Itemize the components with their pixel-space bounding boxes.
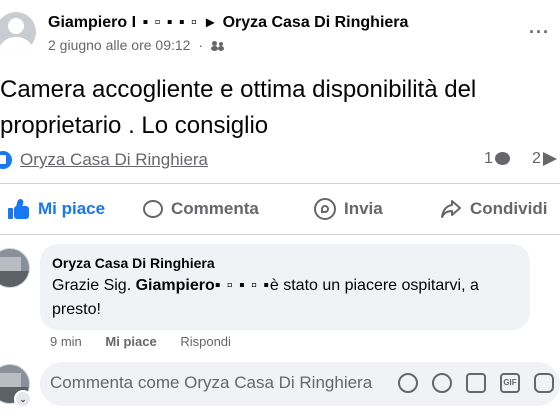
page-avatar[interactable] [0, 248, 30, 288]
share-count-icon [542, 151, 557, 166]
comment-like-link[interactable]: Mi piace [105, 334, 156, 349]
gif-icon[interactable]: GIF [500, 373, 520, 393]
divider-top [0, 183, 560, 184]
shares-count-value: 2 [532, 150, 541, 167]
reactions-stats: Oryza Casa Di Ringhiera 1 2 [0, 145, 560, 175]
send-button[interactable]: Invia [314, 188, 383, 230]
page-name-link[interactable]: Oryza Casa Di Ringhiera [223, 14, 409, 31]
friends-icon[interactable] [210, 41, 225, 52]
comment-input[interactable]: Commenta come Oryza Casa Di Ringhiera GI… [40, 362, 560, 406]
chevron-down-icon[interactable]: ⌄ [14, 390, 32, 408]
author-surname-redacted: I ▪ ▫ ▪ ▪ ▫ [131, 14, 198, 31]
share-button[interactable]: Condividi [440, 188, 547, 230]
comment-author[interactable]: Oryza Casa Di Ringhiera [52, 255, 215, 271]
like-button-label: Mi piace [38, 199, 106, 218]
send-button-label: Invia [344, 199, 383, 218]
action-bar: Mi piace Commenta Invia Condividi [0, 188, 560, 230]
share-button-label: Condividi [470, 199, 548, 218]
comment-bubble: Oryza Casa Di Ringhiera Grazie Sig. Giam… [40, 244, 530, 330]
comment-text: Grazie Sig. Giampiero ▪ ▫ ▪ ▫ ▪ è stato … [52, 274, 522, 322]
meta-separator: · [198, 37, 204, 53]
post-meta: 2 giugno alle ore 09:12 · [48, 37, 225, 53]
sticker-icon[interactable] [534, 373, 554, 393]
comment-button-label: Commenta [171, 199, 259, 218]
thumbs-up-icon [8, 198, 30, 219]
comment-mentioned-name: Giampiero [135, 277, 215, 294]
shares-count[interactable]: 2 [532, 150, 557, 168]
divider-bottom [0, 234, 560, 235]
avatar-sticker-icon[interactable] [398, 373, 418, 393]
comment-text-start: Grazie Sig. [52, 277, 136, 294]
comments-count[interactable]: 1 [484, 150, 510, 168]
share-icon [440, 199, 462, 219]
whatsapp-icon [314, 198, 336, 220]
author-line: Giampiero I ▪ ▫ ▪ ▪ ▫ ▸ Oryza Casa Di Ri… [48, 12, 408, 32]
comment-time[interactable]: 9 min [50, 334, 82, 349]
comment-reply-link[interactable]: Rispondi [180, 334, 231, 349]
more-options-icon[interactable]: ··· [529, 22, 550, 43]
post-header: Giampiero I ▪ ▫ ▪ ▪ ▫ ▸ Oryza Casa Di Ri… [0, 0, 560, 62]
comment-icon [143, 200, 163, 218]
composer-tools: GIF [398, 373, 554, 393]
camera-icon[interactable] [466, 373, 486, 393]
reactions-link[interactable]: Oryza Casa Di Ringhiera [20, 150, 208, 170]
emoji-icon[interactable] [432, 373, 452, 393]
post-timestamp[interactable]: 2 giugno alle ore 09:12 [48, 37, 190, 53]
like-reaction-icon [0, 151, 12, 169]
author-name[interactable]: Giampiero [48, 14, 127, 31]
post-text: Camera accogliente e ottima disponibilit… [0, 76, 477, 139]
comment-item: Oryza Casa Di Ringhiera Grazie Sig. Giam… [0, 244, 560, 359]
comment-composer: ⌄ Commenta come Oryza Casa Di Ringhiera … [0, 360, 560, 410]
comments-count-value: 1 [484, 150, 493, 167]
comment-button[interactable]: Commenta [143, 188, 259, 230]
comment-count-icon [494, 152, 510, 166]
comment-meta: 9 min Mi piace Rispondi [50, 334, 251, 349]
comment-input-placeholder: Commenta come Oryza Casa Di Ringhiera [50, 373, 373, 392]
comment-name-redacted: ▪ ▫ ▪ ▫ ▪ [214, 277, 270, 294]
like-button[interactable]: Mi piace [8, 188, 105, 230]
author-avatar[interactable] [0, 12, 36, 52]
arrow-right-icon: ▸ [206, 14, 215, 31]
